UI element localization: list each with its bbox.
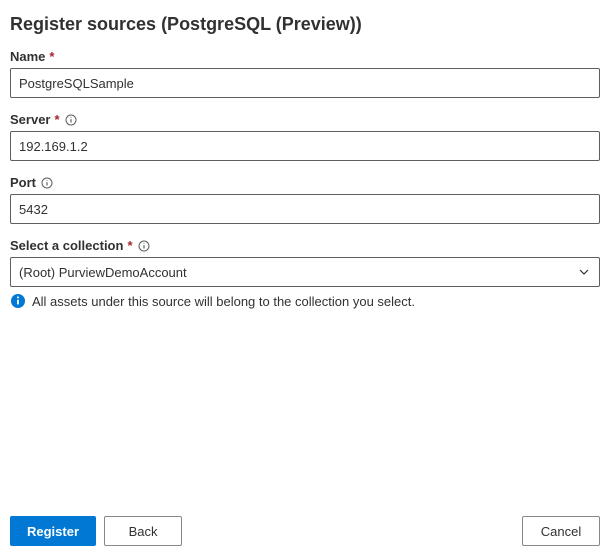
label-server: Server * — [10, 112, 600, 127]
info-badge-icon — [10, 293, 26, 309]
required-asterisk: * — [127, 238, 132, 253]
back-button[interactable]: Back — [104, 516, 182, 546]
server-input[interactable] — [10, 131, 600, 161]
field-group-name: Name * — [10, 49, 600, 98]
chevron-down-icon — [577, 265, 591, 279]
name-input[interactable] — [10, 68, 600, 98]
field-group-server: Server * — [10, 112, 600, 161]
required-asterisk: * — [49, 49, 54, 64]
cancel-button[interactable]: Cancel — [522, 516, 600, 546]
collection-dropdown[interactable]: (Root) PurviewDemoAccount — [10, 257, 600, 287]
collection-info-text: All assets under this source will belong… — [32, 294, 415, 309]
main-content: Register sources (PostgreSQL (Preview)) … — [10, 10, 600, 506]
label-collection: Select a collection * — [10, 238, 600, 253]
collection-selected-value: (Root) PurviewDemoAccount — [19, 265, 577, 280]
register-button[interactable]: Register — [10, 516, 96, 546]
collection-info-row: All assets under this source will belong… — [10, 293, 600, 309]
label-name-text: Name — [10, 49, 45, 64]
info-icon[interactable] — [65, 114, 77, 126]
footer: Register Back Cancel — [10, 506, 600, 546]
label-server-text: Server — [10, 112, 50, 127]
field-group-port: Port — [10, 175, 600, 224]
info-icon[interactable] — [138, 240, 150, 252]
port-input[interactable] — [10, 194, 600, 224]
page-title: Register sources (PostgreSQL (Preview)) — [10, 14, 600, 35]
field-group-collection: Select a collection * (Root) PurviewDemo… — [10, 238, 600, 309]
label-collection-text: Select a collection — [10, 238, 123, 253]
label-port: Port — [10, 175, 600, 190]
label-name: Name * — [10, 49, 600, 64]
required-asterisk: * — [54, 112, 59, 127]
label-port-text: Port — [10, 175, 36, 190]
info-icon[interactable] — [41, 177, 53, 189]
